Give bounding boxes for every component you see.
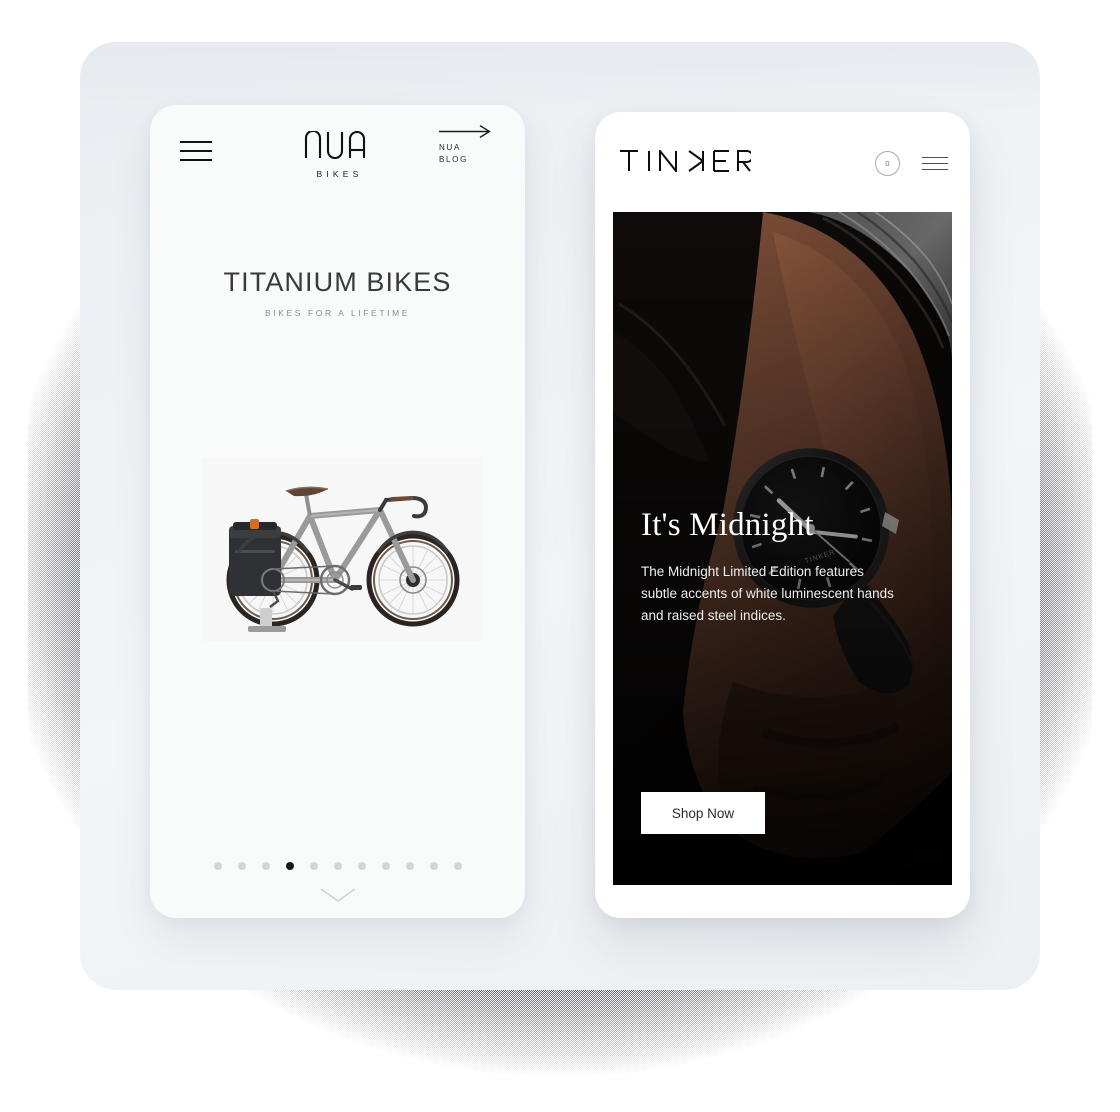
tinker-phone-card: 0 It's Midnight The Midnight Limited Edi…	[595, 112, 970, 918]
carousel-dot[interactable]	[453, 862, 462, 870]
nua-hero-text: TITANIUM BIKES BIKES FOR A LIFETIME	[150, 267, 525, 318]
hamburger-menu-icon[interactable]	[922, 156, 948, 171]
carousel-dot-active[interactable]	[285, 862, 294, 870]
hamburger-bar	[922, 168, 948, 170]
hero-copy: It's Midnight The Midnight Limited Editi…	[641, 507, 918, 627]
carousel-dot[interactable]	[381, 862, 390, 870]
carousel-dot[interactable]	[333, 862, 342, 870]
arrow-right-icon	[439, 125, 491, 138]
scroll-down-button[interactable]	[150, 888, 525, 908]
tinker-header: 0	[595, 112, 970, 206]
carousel-dot[interactable]	[309, 862, 318, 870]
page-title: TITANIUM BIKES	[223, 267, 452, 297]
tinker-wordmark-icon	[620, 148, 754, 174]
device-surface-panel: BIKES NUA BLOG TITANIUM BIKES BIKES FOR …	[80, 42, 1040, 990]
nua-blog-label-line1: NUA	[439, 143, 461, 152]
nua-blog-label-line2: BLOG	[439, 154, 469, 164]
cart-count: 0	[885, 159, 890, 168]
tinker-logo[interactable]	[619, 148, 754, 177]
carousel-dot[interactable]	[405, 862, 414, 870]
carousel-dot[interactable]	[237, 862, 246, 870]
shop-now-button[interactable]: Shop Now	[641, 792, 765, 834]
carousel-dot[interactable]	[213, 862, 222, 870]
hero-title: It's Midnight	[641, 507, 814, 543]
carousel-dot[interactable]	[429, 862, 438, 870]
titanium-bicycle-icon	[202, 458, 482, 641]
carousel-dot[interactable]	[357, 862, 366, 870]
carousel-dots[interactable]	[150, 862, 525, 870]
carousel-dot[interactable]	[261, 862, 270, 870]
screenshot-stage: BIKES NUA BLOG TITANIUM BIKES BIKES FOR …	[0, 0, 1120, 1112]
hamburger-bar	[922, 156, 948, 158]
nua-blog-link[interactable]: NUA BLOG	[439, 125, 501, 165]
nua-bikes-phone-card: BIKES NUA BLOG TITANIUM BIKES BIKES FOR …	[150, 105, 525, 918]
cart-circle-icon[interactable]: 0	[875, 151, 900, 176]
tinker-hero: TINKER It's Midnight The Midnight Limite…	[613, 212, 952, 885]
page-subtitle: BIKES FOR A LIFETIME	[264, 308, 411, 318]
nua-header: BIKES NUA BLOG	[150, 105, 525, 205]
hero-description: The Midnight Limited Edition features su…	[641, 564, 894, 624]
nua-wordmark-icon	[304, 131, 365, 159]
hamburger-bar	[922, 162, 948, 164]
tinker-header-actions: 0	[875, 151, 948, 176]
bicycle-product-image	[202, 458, 482, 641]
nua-logo-subtext: BIKES	[316, 169, 363, 179]
chevron-down-icon	[320, 888, 355, 902]
